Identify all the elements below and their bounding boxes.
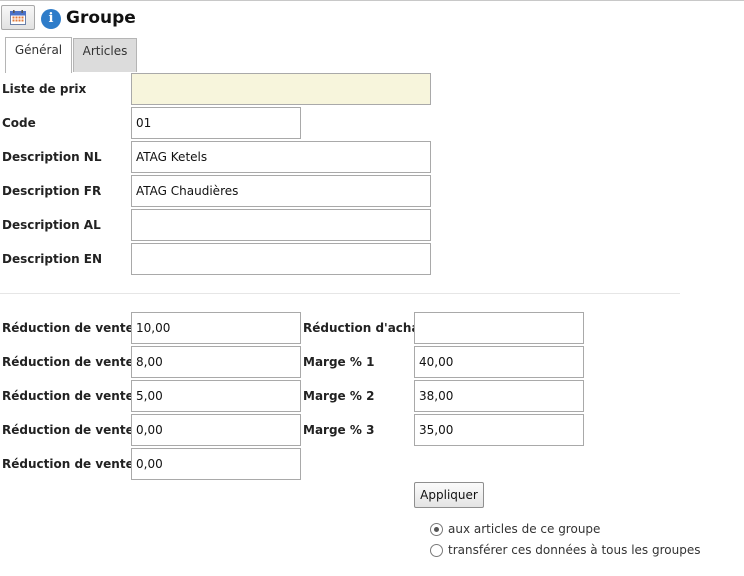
margin-3-label: Marge % 3 xyxy=(303,423,375,437)
apply-button[interactable]: Appliquer xyxy=(414,482,484,508)
sale-discount-1-field[interactable]: 10,00 xyxy=(131,312,301,344)
margin-2-field[interactable]: 38,00 xyxy=(414,380,584,412)
description-fr-label: Description FR xyxy=(2,184,102,198)
margin-2-label: Marge % 2 xyxy=(303,389,375,403)
margin-1-label: Marge % 1 xyxy=(303,355,375,369)
sale-discount-4-label: Réduction de vente 4 xyxy=(2,423,147,437)
info-icon[interactable]: i xyxy=(41,9,61,29)
price-list-field[interactable] xyxy=(131,73,431,105)
radio-all-groups[interactable] xyxy=(430,544,443,557)
purchase-discount-label: Réduction d'achat xyxy=(303,321,426,335)
sale-discount-3-label: Réduction de vente 3 xyxy=(2,389,147,403)
sale-discount-1-label: Réduction de vente 1 xyxy=(2,321,147,335)
margin-1-field[interactable]: 40,00 xyxy=(414,346,584,378)
description-en-field[interactable] xyxy=(131,243,431,275)
top-border xyxy=(0,0,744,1)
radio-this-group-label[interactable]: aux articles de ce groupe xyxy=(448,522,600,536)
margin-3-field[interactable]: 35,00 xyxy=(414,414,584,446)
code-label: Code xyxy=(2,116,36,130)
purchase-discount-field[interactable] xyxy=(414,312,584,344)
description-al-label: Description AL xyxy=(2,218,101,232)
section-divider xyxy=(0,293,680,294)
description-fr-field[interactable]: ATAG Chaudières xyxy=(131,175,431,207)
sale-discount-5-field[interactable]: 0,00 xyxy=(131,448,301,480)
tab-articles[interactable]: Articles xyxy=(73,38,137,72)
sale-discount-2-label: Réduction de vente 2 xyxy=(2,355,147,369)
sale-discount-2-field[interactable]: 8,00 xyxy=(131,346,301,378)
radio-all-groups-label[interactable]: transférer ces données à tous les groupe… xyxy=(448,543,700,557)
description-al-field[interactable] xyxy=(131,209,431,241)
description-nl-field[interactable]: ATAG Ketels xyxy=(131,141,431,173)
calendar-icon xyxy=(10,10,26,25)
description-en-label: Description EN xyxy=(2,252,103,266)
radio-this-group[interactable] xyxy=(430,523,443,536)
sale-discount-4-field[interactable]: 0,00 xyxy=(131,414,301,446)
calendar-button[interactable] xyxy=(1,5,35,30)
code-field[interactable]: 01 xyxy=(131,107,301,139)
radio-selected-dot xyxy=(434,527,439,532)
price-list-label: Liste de prix xyxy=(2,82,87,96)
description-nl-label: Description NL xyxy=(2,150,102,164)
sale-discount-3-field[interactable]: 5,00 xyxy=(131,380,301,412)
page-title: Groupe xyxy=(66,8,136,28)
tab-general[interactable]: Général xyxy=(5,37,72,73)
sale-discount-5-label: Réduction de vente 5 xyxy=(2,457,147,471)
